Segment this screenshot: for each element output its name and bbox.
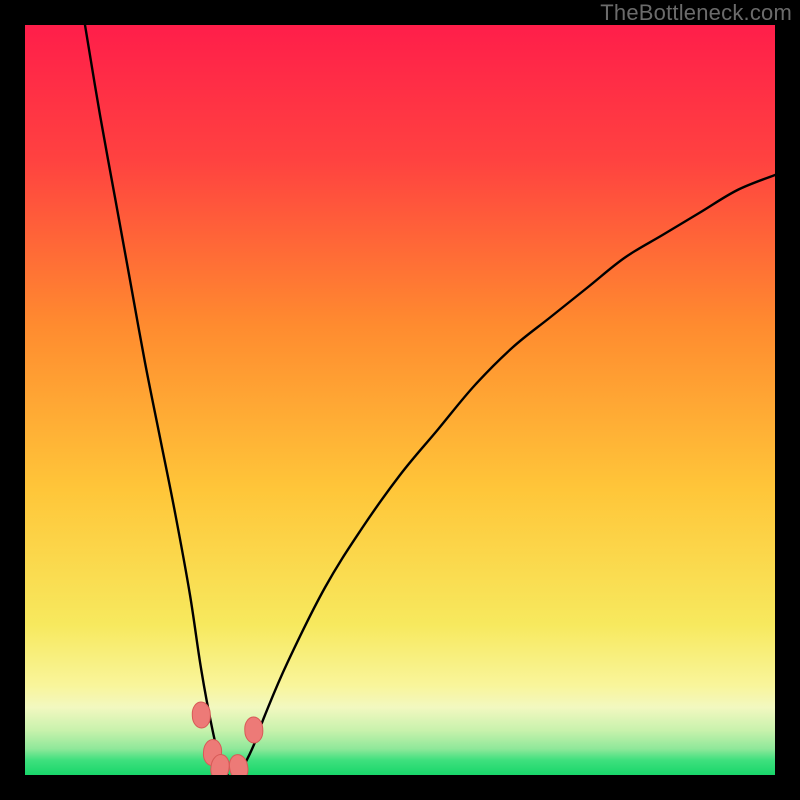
curve-marker [228, 753, 250, 775]
plot-area [25, 25, 775, 775]
curve-marker [244, 717, 263, 744]
curve-marker [192, 702, 211, 729]
watermark-text: TheBottleneck.com [600, 0, 792, 26]
bottleneck-curve [25, 25, 775, 775]
